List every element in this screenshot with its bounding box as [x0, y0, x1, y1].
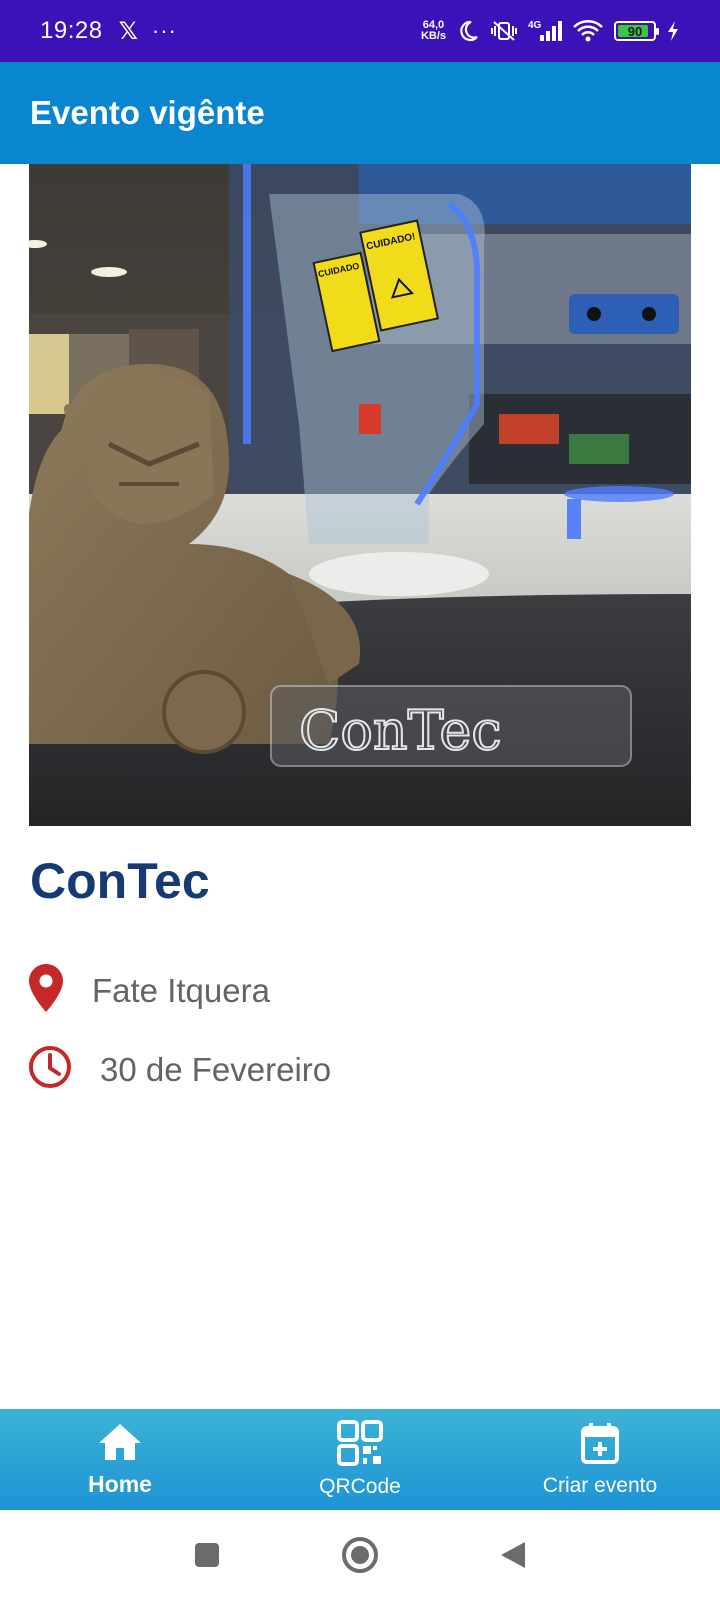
x-logo-icon: 𝕏 — [118, 17, 138, 45]
back-button[interactable] — [499, 1540, 527, 1570]
status-time: 19:28 — [40, 17, 103, 44]
system-navigation-bar — [0, 1510, 720, 1600]
status-icons: 64,0 KB/s 4G 90 — [421, 19, 680, 43]
recents-button[interactable] — [193, 1541, 221, 1569]
nav-qrcode-label: QRCode — [319, 1475, 401, 1498]
event-location: Fate Itquera — [92, 971, 270, 1009]
nav-home-label: Home — [88, 1470, 152, 1497]
qr-code-icon — [337, 1420, 383, 1471]
calendar-add-icon — [580, 1421, 620, 1470]
event-date: 30 de Fevereiro — [100, 1050, 332, 1088]
event-photo: CUIDADO CUIDADO! ConTec — [29, 164, 691, 826]
system-home-button[interactable] — [341, 1536, 379, 1574]
event-location-row: Fate Itquera — [28, 963, 270, 1018]
app-bar: Evento vigênte — [0, 62, 720, 164]
vibrate-off-icon — [490, 19, 518, 43]
event-date-row: 30 de Fevereiro — [28, 1045, 331, 1094]
image-logo-text: ConTec — [299, 699, 502, 762]
location-pin-icon — [28, 963, 64, 1018]
app-screen: 19:28 𝕏 ··· 64,0 KB/s 4G 90 Evento vigên… — [0, 0, 720, 1600]
network-type: 4G — [528, 20, 542, 31]
nav-create-event-label: Criar evento — [542, 1474, 658, 1497]
nav-home[interactable]: Home — [0, 1409, 240, 1510]
wifi-icon — [572, 19, 604, 43]
nav-qrcode[interactable]: QRCode — [240, 1409, 480, 1510]
clock-icon — [28, 1045, 72, 1094]
signal-icon: 4G — [528, 19, 562, 43]
home-circle-icon — [342, 1537, 378, 1573]
recents-square-icon — [195, 1543, 219, 1567]
battery-icon: 90 — [614, 21, 659, 41]
back-triangle-icon — [501, 1542, 525, 1568]
home-icon — [97, 1422, 143, 1467]
network-speed-unit: KB/s — [420, 30, 446, 42]
moon-icon — [456, 19, 480, 43]
more-notifications-icon: ··· — [151, 18, 177, 43]
nav-create-event[interactable]: Criar evento — [480, 1409, 720, 1510]
charging-icon — [666, 20, 680, 42]
network-speed: 64,0 KB/s — [421, 20, 446, 42]
battery-level: 90 — [627, 23, 643, 39]
bottom-navigation: Home QRCode Criar evento — [0, 1409, 720, 1510]
page-title: Evento vigênte — [30, 94, 265, 131]
event-name: ConTec — [30, 853, 210, 909]
status-bar: 19:28 𝕏 ··· 64,0 KB/s 4G 90 — [0, 0, 720, 62]
